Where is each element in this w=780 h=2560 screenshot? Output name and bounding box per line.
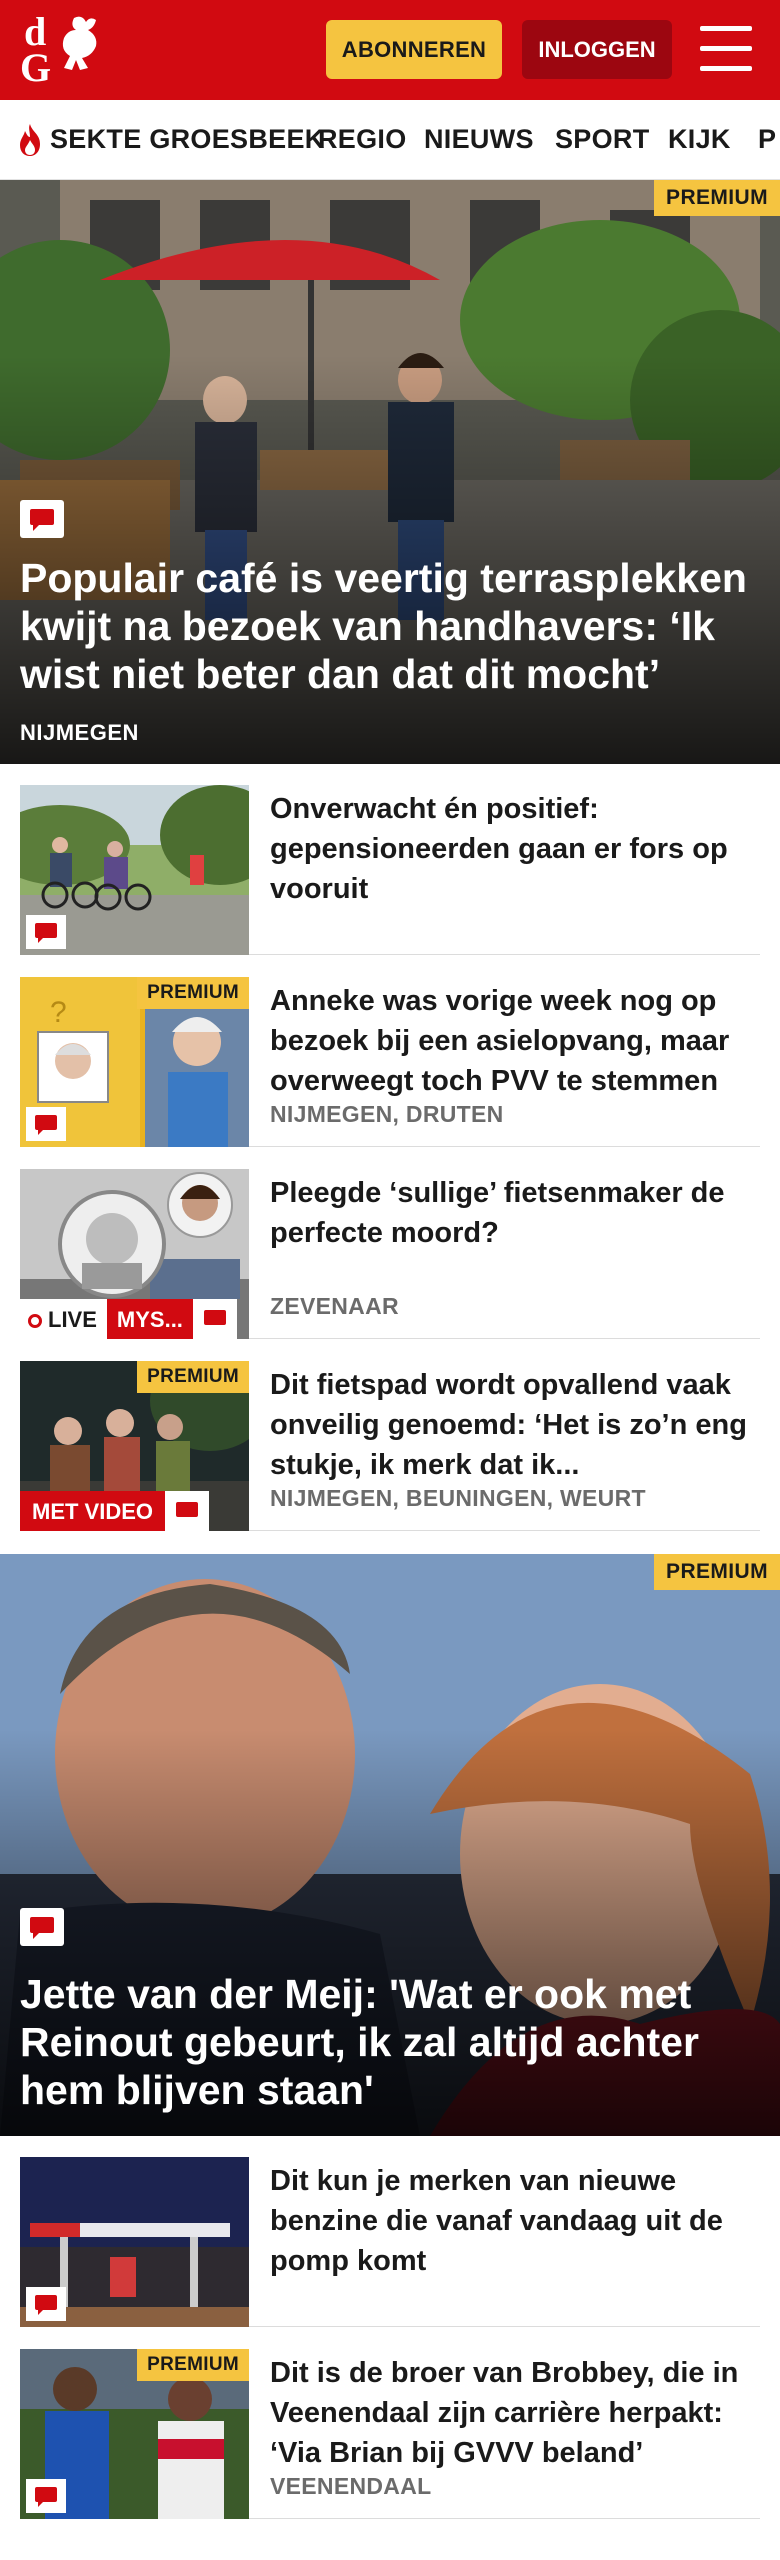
top-header: d G ABONNEREN INLOGGEN [0,0,780,100]
subscribe-button[interactable]: ABONNEREN [326,20,502,79]
article-thumbnail: ? ? PREMIUM [20,977,249,1147]
article-title[interactable]: Onverwacht én positief: gepensioneerden … [270,789,760,909]
mystery-label: MYS... [106,1299,193,1339]
article-thumbnail [20,2157,249,2327]
article-location: NIJMEGEN, BEUNINGEN, WEURT [270,1485,646,1511]
comment-icon [20,1908,64,1946]
section-nav: SEKTE GROESBEEK REGIO NIEUWS SPORT KIJK … [0,100,780,180]
comment-icon [26,2479,66,2513]
article-location: VEENENDAAL [270,2473,432,2499]
article-title[interactable]: Anneke was vorige week nog op bezoek bij… [270,981,760,1101]
article-location: NIJMEGEN, DRUTEN [270,1101,504,1127]
article-thumbnail: PREMIUM MET VIDEO [20,1361,249,1531]
nav-item-nieuws[interactable]: NIEUWS [424,124,534,155]
article-thumbnail [20,785,249,955]
logo-emblem-icon [62,16,97,71]
list-item[interactable]: ? ? PREMIUM Anneke was vorige week nog o… [20,977,760,1147]
svg-text:?: ? [50,996,67,1029]
premium-badge: PREMIUM [137,2349,249,2381]
list-item[interactable]: Onverwacht én positief: gepensioneerden … [20,785,760,955]
list-item[interactable]: Dit kun je merken van nieuwe benzine die… [20,2157,760,2327]
premium-badge: PREMIUM [654,1554,780,1590]
comment-icon [26,1107,66,1141]
hero-article-jette[interactable]: PREMIUM Jette van der Meij: 'Wat er ook … [0,1554,780,2136]
flame-icon [20,124,40,156]
article-location: ZEVENAAR [270,1293,399,1319]
login-button[interactable]: INLOGGEN [522,20,672,79]
comment-icon [26,2287,66,2321]
live-bar: LIVE MYS... [20,1299,237,1339]
premium-badge: PREMIUM [137,1361,249,1393]
comment-icon [26,915,66,949]
article-title[interactable]: Dit fietspad wordt opvallend vaak onveil… [270,1365,760,1485]
nav-item-sekte-groesbeek[interactable]: SEKTE GROESBEEK [50,124,325,155]
hero-article-cafe[interactable]: PREMIUM Populair café is veertig terrasp… [0,180,780,764]
hero-title[interactable]: Populair café is veertig terrasplekken k… [20,554,760,698]
article-thumbnail: PREMIUM [20,2349,249,2519]
nav-item-kijk[interactable]: KIJK [668,124,731,155]
menu-icon[interactable] [700,26,752,72]
nav-item-more[interactable]: P [758,124,776,155]
article-thumbnail: LIVE MYS... [20,1169,249,1339]
comment-icon [192,1299,237,1339]
live-label: LIVE [20,1299,107,1339]
logo-letter-g: G [20,45,52,90]
article-title[interactable]: Dit kun je merken van nieuwe benzine die… [270,2161,760,2281]
video-bar: MET VIDEO [20,1491,210,1531]
premium-badge: PREMIUM [654,180,780,216]
nav-item-sport[interactable]: SPORT [555,124,650,155]
premium-badge: PREMIUM [137,977,249,1009]
nav-item-regio[interactable]: REGIO [318,124,407,155]
comment-icon [20,500,64,538]
list-item[interactable]: PREMIUM MET VIDEO Dit fietspad wordt opv… [20,1361,760,1531]
article-title[interactable]: Dit is de broer van Brobbey, die in Veen… [270,2353,760,2473]
list-item[interactable]: LIVE MYS... Pleegde ‘sullige’ fietsenmak… [20,1169,760,1339]
video-label: MET VIDEO [20,1491,166,1531]
list-item[interactable]: PREMIUM Dit is de broer van Brobbey, die… [20,2349,760,2519]
hero-title[interactable]: Jette van der Meij: 'Wat er ook met Rein… [20,1970,760,2114]
hero-location: NIJMEGEN [20,720,139,745]
comment-icon [165,1491,210,1531]
article-title[interactable]: Pleegde ‘sullige’ fietsenmaker de perfec… [270,1173,760,1253]
site-logo[interactable]: d G [20,12,116,88]
